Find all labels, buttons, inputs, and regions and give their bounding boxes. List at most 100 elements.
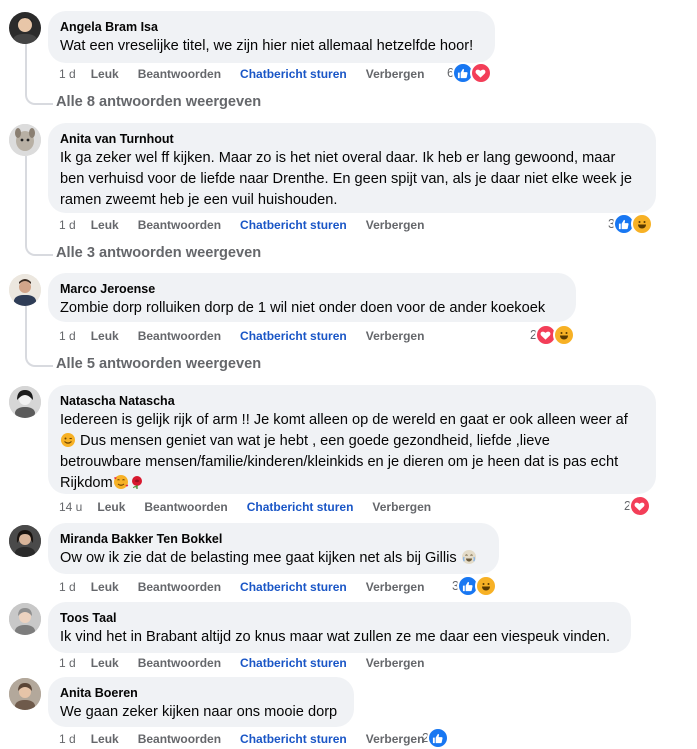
reply-button[interactable]: Beantwoorden [138, 580, 221, 594]
comment-text: We gaan zeker kijken naar ons mooie dorp [60, 704, 338, 720]
like-button[interactable]: Leuk [91, 329, 119, 343]
avatar[interactable] [9, 274, 41, 306]
love-reaction-icon [628, 495, 651, 517]
hide-button[interactable]: Verbergen [366, 732, 425, 746]
wink-emoji-icon [60, 432, 76, 448]
comment-timestamp[interactable]: 1 d [59, 67, 76, 81]
hide-button[interactable]: Verbergen [366, 218, 425, 232]
reply-button[interactable]: Beantwoorden [138, 218, 221, 232]
reply-button[interactable]: Beantwoorden [138, 732, 221, 746]
haha-reaction-icon [552, 324, 575, 346]
like-reaction-icon [426, 727, 449, 749]
reply-button[interactable]: Beantwoorden [138, 329, 221, 343]
smiling-face-with-hearts-emoji-icon [113, 474, 129, 490]
hide-button[interactable]: Verbergen [366, 329, 425, 343]
comment-text: Wat een vreselijke titel, we zijn hier n… [60, 38, 474, 54]
avatar[interactable] [9, 678, 41, 710]
thread-line [25, 44, 27, 92]
reaction-summary[interactable]: 2 [624, 495, 651, 517]
reply-button[interactable]: Beantwoorden [138, 67, 221, 81]
hide-button[interactable]: Verbergen [366, 67, 425, 81]
thread-line [25, 156, 27, 243]
comment-timestamp[interactable]: 1 d [59, 732, 76, 746]
comment-text: Zombie dorp rolluiken dorp de 1 wil niet… [60, 300, 546, 316]
send-message-button[interactable]: Chatbericht sturen [240, 218, 347, 232]
send-message-button[interactable]: Chatbericht sturen [240, 329, 347, 343]
avatar[interactable] [9, 124, 41, 156]
comment-actions: 14 u Leuk Beantwoorden Chatbericht sture… [59, 499, 450, 515]
rose-emoji-icon [129, 474, 145, 490]
like-button[interactable]: Leuk [91, 67, 119, 81]
view-replies-link[interactable]: Alle 5 antwoorden weergeven [56, 355, 261, 373]
avatar[interactable] [9, 386, 41, 418]
reaction-summary[interactable]: 2 [422, 727, 449, 749]
reply-button[interactable]: Beantwoorden [138, 656, 221, 670]
like-button[interactable]: Leuk [91, 580, 119, 594]
avatar[interactable] [9, 603, 41, 635]
reaction-summary[interactable]: 3 [452, 575, 497, 597]
comment-text: Ik vind het in Brabant altijd zo knus ma… [60, 629, 611, 645]
thread-elbow [25, 92, 53, 105]
hide-button[interactable]: Verbergen [366, 656, 425, 670]
comment-actions: 1 d Leuk Beantwoorden Chatbericht sturen… [59, 66, 443, 82]
comment-author[interactable]: Anita Boeren [60, 685, 342, 701]
comment-timestamp[interactable]: 1 d [59, 218, 76, 232]
like-button[interactable]: Leuk [91, 732, 119, 746]
thread-line [25, 306, 27, 354]
like-button[interactable]: Leuk [91, 656, 119, 670]
like-button[interactable]: Leuk [91, 218, 119, 232]
comment-bubble: Anita Boeren We gaan zeker kijken naar o… [48, 677, 354, 727]
send-message-button[interactable]: Chatbericht sturen [247, 500, 354, 514]
avatar[interactable] [9, 525, 41, 557]
comment-bubble: Marco Jeroense Zombie dorp rolluiken dor… [48, 273, 576, 322]
comment-text-fragment: Ow ow ik zie dat de belasting mee gaat k… [60, 550, 457, 566]
comment-author[interactable]: Natascha Natascha [60, 393, 644, 409]
comment-text-fragment: Dus mensen geniet van wat je hebt , een … [76, 433, 550, 449]
reaction-summary[interactable]: 6 [447, 62, 492, 84]
reaction-summary[interactable]: 3 [608, 213, 653, 235]
avatar[interactable] [9, 12, 41, 44]
comment-actions: 1 d Leuk Beantwoorden Chatbericht sturen… [59, 655, 443, 671]
comment-text-fragment: Rijkdom [60, 475, 113, 491]
comment-text-line: Dus mensen geniet van wat je hebt , een … [60, 431, 644, 452]
comment-timestamp[interactable]: 1 d [59, 580, 76, 594]
comment-author[interactable]: Marco Jeroense [60, 281, 564, 297]
comment-text-line: ramen zweemt heb je een vuil huishouden. [60, 192, 338, 208]
comment-actions: 1 d Leuk Beantwoorden Chatbericht sturen… [59, 328, 443, 344]
send-message-button[interactable]: Chatbericht sturen [240, 67, 347, 81]
reply-button[interactable]: Beantwoorden [144, 500, 227, 514]
comment-bubble: Miranda Bakker Ten Bokkel Ow ow ik zie d… [48, 523, 499, 574]
view-replies-link[interactable]: Alle 3 antwoorden weergeven [56, 244, 261, 262]
comment-timestamp[interactable]: 1 d [59, 656, 76, 670]
comment-author[interactable]: Anita van Turnhout [60, 131, 644, 147]
send-message-button[interactable]: Chatbericht sturen [240, 656, 347, 670]
view-replies-link[interactable]: Alle 8 antwoorden weergeven [56, 93, 261, 111]
comment-actions: 1 d Leuk Beantwoorden Chatbericht sturen… [59, 579, 443, 595]
comment-timestamp[interactable]: 1 d [59, 329, 76, 343]
comment-timestamp[interactable]: 14 u [59, 500, 82, 514]
comment-actions: 1 d Leuk Beantwoorden Chatbericht sturen… [59, 731, 443, 747]
comment-text-line: Iedereen is gelijk rijk of arm !! Je kom… [60, 412, 628, 428]
hide-button[interactable]: Verbergen [366, 580, 425, 594]
like-button[interactable]: Leuk [97, 500, 125, 514]
haha-reaction-icon [630, 213, 653, 235]
comment-bubble: Natascha Natascha Iedereen is gelijk rij… [48, 385, 656, 494]
comment-text-line: Ow ow ik zie dat de belasting mee gaat k… [60, 548, 487, 569]
comment-author[interactable]: Toos Taal [60, 610, 619, 626]
thread-elbow [25, 354, 53, 367]
comment-text-line: Rijkdom [60, 473, 644, 494]
crying-laughing-emoji-icon [461, 549, 477, 565]
comment-bubble: Anita van Turnhout Ik ga zeker wel ff ki… [48, 123, 656, 213]
love-reaction-icon [469, 62, 492, 84]
comment-actions: 1 d Leuk Beantwoorden Chatbericht sturen… [59, 217, 443, 233]
send-message-button[interactable]: Chatbericht sturen [240, 732, 347, 746]
send-message-button[interactable]: Chatbericht sturen [240, 580, 347, 594]
comment-text-line: ben verhuisd voor de liefde naar Drenthe… [60, 171, 632, 187]
reaction-summary[interactable]: 2 [530, 324, 575, 346]
thread-elbow [25, 243, 53, 256]
comment-author[interactable]: Angela Bram Isa [60, 19, 483, 35]
comment-bubble: Toos Taal Ik vind het in Brabant altijd … [48, 602, 631, 653]
comment-author[interactable]: Miranda Bakker Ten Bokkel [60, 531, 487, 547]
hide-button[interactable]: Verbergen [372, 500, 431, 514]
comment-text-line: betrouwbare mensen/familie/kinderen/klei… [60, 454, 619, 470]
